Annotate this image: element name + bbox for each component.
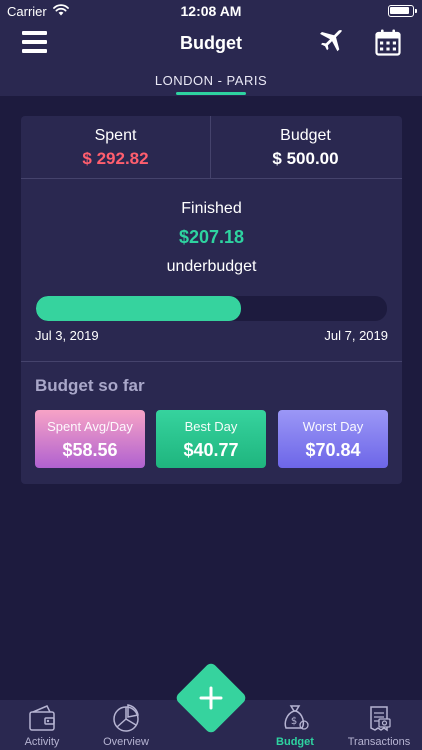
page-title: Budget [180,33,242,53]
plus-icon[interactable] [197,684,225,712]
tile-label: Spent Avg/Day [47,419,133,434]
calendar-icon[interactable] [375,29,401,56]
section-title: Budget so far [35,376,145,395]
tile-label: Best Day [184,419,238,434]
budget-progress-bar [36,296,387,321]
status-bar: Carrier 12:08 AM [0,0,422,22]
svg-text:$: $ [291,716,297,727]
trip-tab[interactable]: LONDON - PARIS [0,73,422,88]
header: Carrier 12:08 AM Budget LONDON - PARIS [0,0,422,96]
budget-card: Spent $ 292.82 Budget $ 500.00 Finished … [21,116,402,484]
tile-value: $70.84 [305,440,361,460]
tab-overview[interactable]: Overview [84,700,168,750]
tab-label: Overview [103,736,149,748]
trip-tab-indicator [176,92,246,95]
remaining-amount: $207.18 [178,227,245,247]
tab-label: Activity [24,736,60,748]
wallet-icon [29,705,55,731]
tile-label: Worst Day [302,419,364,434]
receipt-icon [370,706,391,732]
start-date: Jul 3, 2019 [35,328,99,343]
worst-day-tile[interactable]: Worst Day $70.84 [278,410,388,468]
tab-transactions[interactable]: Transactions [337,700,421,750]
airplane-icon[interactable] [317,28,345,56]
status-note: underbudget [166,258,257,275]
battery-icon [388,5,417,17]
tab-activity[interactable]: Activity [0,700,84,750]
tile-value: $40.77 [183,440,239,460]
tile-value: $58.56 [62,440,118,460]
money-bag-icon: $ [284,705,309,730]
spent-label: Spent [94,127,137,144]
tab-budget[interactable]: $ Budget [253,700,337,750]
summary-divider [21,178,402,179]
status-label: Finished [181,200,242,217]
pie-chart-icon [113,704,139,732]
best-day-tile[interactable]: Best Day $40.77 [156,410,266,468]
spent-avg-tile[interactable]: Spent Avg/Day $58.56 [35,410,145,468]
end-date: Jul 7, 2019 [324,328,388,343]
budget-value[interactable]: $ 500.00 [211,149,400,169]
tab-label: Transactions [347,736,411,748]
tab-label: Budget [276,736,314,748]
section-divider [21,361,402,362]
status-time: 12:08 AM [180,3,242,19]
budget-label: Budget [280,127,331,144]
spent-value: $ 292.82 [82,149,149,168]
budget-progress-fill [36,296,242,321]
